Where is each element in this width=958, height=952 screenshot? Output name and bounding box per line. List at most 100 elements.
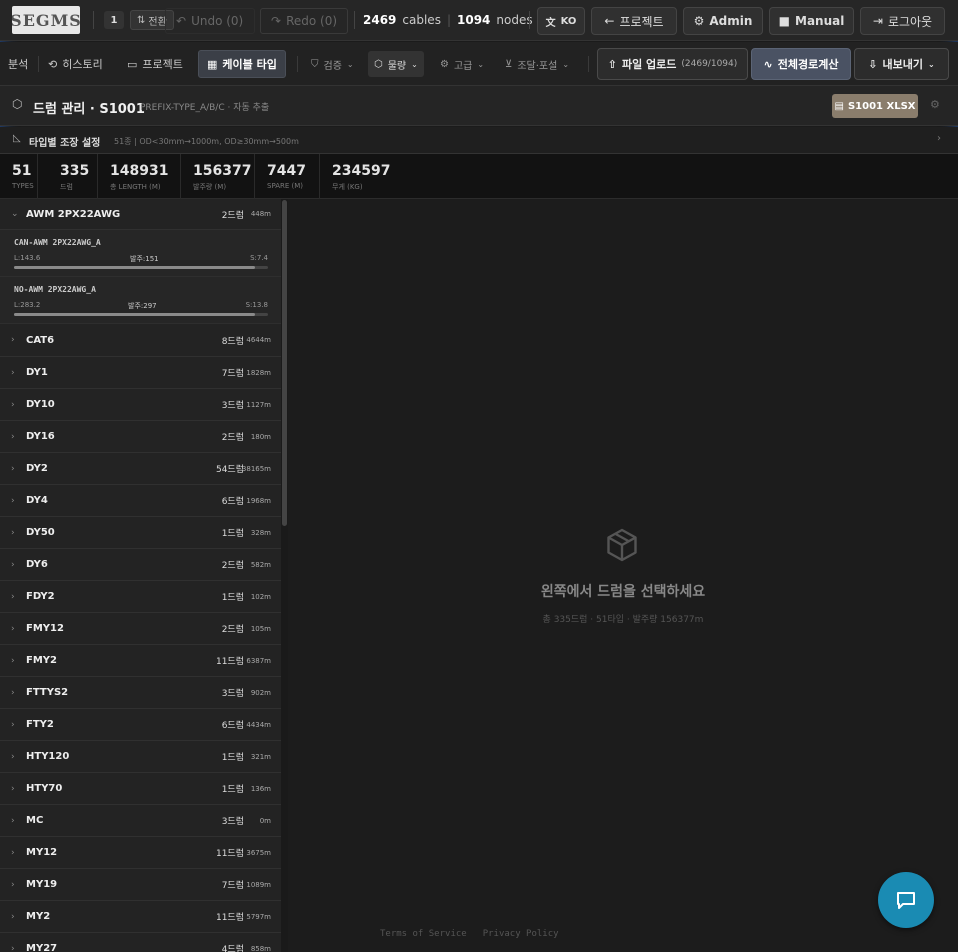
stat-value: 148931 bbox=[110, 163, 169, 179]
chevron-right-icon: › bbox=[11, 527, 15, 538]
group-length: 3675m bbox=[246, 848, 271, 857]
tab-advanced-label: 고급 bbox=[453, 60, 473, 72]
chevron-right-icon: › bbox=[11, 815, 15, 826]
language-button[interactable]: 文 KO bbox=[537, 7, 585, 35]
type-group[interactable]: › HTY70 1드럼 136m bbox=[0, 773, 281, 805]
tab-procure[interactable]: ⊻ 조달·포설 ⌄ bbox=[499, 51, 575, 77]
nav-bar: 분석 ⟲ 히스토리 ▭ 프로젝트 ▦ 케이블 타입 ⛉ 검증 ⌄ ⬡ 물량 ⌄ … bbox=[0, 42, 958, 86]
settings-icon[interactable]: ⚙ bbox=[930, 98, 940, 111]
chevron-right-icon: › bbox=[11, 911, 15, 922]
type-adjust-row[interactable]: ◺ 타입별 조장 설정 51종 | OD<30mm→1000m, OD≥30mm… bbox=[0, 127, 958, 154]
stat-label: 무게 (KG) bbox=[332, 183, 363, 191]
export-button[interactable]: ⇩ 내보내기 ⌄ bbox=[854, 48, 949, 80]
type-group-open[interactable]: ⌄ AWM 2PX22AWG 2드럼 448m bbox=[0, 199, 281, 230]
scroll-thumb[interactable] bbox=[282, 200, 287, 526]
type-group[interactable]: › FDY2 1드럼 102m bbox=[0, 581, 281, 613]
terms-link[interactable]: Terms of Service bbox=[380, 929, 467, 939]
type-group[interactable]: › DY4 6드럼 1968m bbox=[0, 485, 281, 517]
drum-spare: S:7.4 bbox=[250, 254, 268, 262]
group-name: AWM 2PX22AWG bbox=[26, 208, 121, 220]
group-count: 1드럼 bbox=[221, 753, 244, 763]
group-name: HTY120 bbox=[26, 751, 70, 762]
type-group[interactable]: › MC 3드럼 0m bbox=[0, 805, 281, 837]
drum-item[interactable]: CAN-AWM 2PX22AWG_A L:143.6 발주:151 S:7.4 bbox=[0, 230, 281, 277]
group-name: MY2 bbox=[26, 911, 51, 922]
manual-button[interactable]: ■ Manual bbox=[769, 7, 854, 35]
group-length: 136m bbox=[250, 784, 271, 793]
adjust-title: 타입별 조장 설정 bbox=[29, 138, 101, 149]
language-label: KO bbox=[560, 15, 577, 27]
type-group[interactable]: › DY2 54드럼 38165m bbox=[0, 453, 281, 485]
group-count: 7드럼 bbox=[221, 881, 244, 891]
list-scrollbar[interactable] bbox=[281, 199, 288, 952]
divider bbox=[38, 56, 39, 72]
type-group[interactable]: › MY19 7드럼 1089m bbox=[0, 869, 281, 901]
type-group[interactable]: › DY16 2드럼 180m bbox=[0, 421, 281, 453]
chevron-right-icon: › bbox=[937, 133, 941, 144]
upload-button[interactable]: ⇧ 파일 업로드 (2469/1094) bbox=[597, 48, 748, 80]
type-group[interactable]: › CAT6 8드럼 4644m bbox=[0, 324, 281, 357]
redo-button[interactable]: ↷ Redo (0) bbox=[260, 8, 348, 34]
logout-button[interactable]: ⇥ 로그아웃 bbox=[860, 7, 945, 35]
drum-fill-bar bbox=[14, 266, 268, 269]
undo-button[interactable]: ↶ Undo (0) bbox=[165, 8, 255, 34]
drum-type-list: ⌄ AWM 2PX22AWG 2드럼 448m CAN-AWM 2PX22AWG… bbox=[0, 199, 281, 952]
group-length: 1828m bbox=[246, 368, 271, 377]
drum-order: 발주:297 bbox=[128, 302, 157, 310]
chevron-down-icon: ⌄ bbox=[928, 59, 935, 69]
drum-detail-panel: 왼쪽에서 드럼을 선택하세요 총 335드럼 · 51타입 · 발주량 1563… bbox=[288, 199, 958, 952]
app-logo[interactable]: SEGMS bbox=[12, 6, 80, 34]
chevron-right-icon: › bbox=[11, 463, 15, 474]
chevron-right-icon: › bbox=[11, 783, 15, 794]
upload-count: (2469/1094) bbox=[681, 59, 738, 69]
tab-history-label: 히스토리 bbox=[62, 58, 103, 71]
admin-label: Admin bbox=[709, 14, 753, 28]
drum-item[interactable]: NO-AWM 2PX22AWG_A L:283.2 발주:297 S:13.8 bbox=[0, 277, 281, 324]
chat-button[interactable] bbox=[878, 872, 934, 928]
type-group[interactable]: › FTTYS2 3드럼 902m bbox=[0, 677, 281, 709]
group-count: 1드럼 bbox=[221, 785, 244, 795]
type-group[interactable]: › MY2 11드럼 5797m bbox=[0, 901, 281, 933]
type-group[interactable]: › DY10 3드럼 1127m bbox=[0, 389, 281, 421]
type-group[interactable]: › MY27 4드럼 858m bbox=[0, 933, 281, 952]
project-label: 프로젝트 bbox=[619, 14, 664, 29]
cables-label: cables bbox=[402, 13, 441, 27]
tab-quantity[interactable]: ⬡ 물량 ⌄ bbox=[368, 51, 424, 77]
tab-history[interactable]: ⟲ 히스토리 bbox=[42, 51, 109, 77]
group-count: 54드럼 bbox=[215, 465, 244, 475]
tab-quantity-label: 물량 bbox=[387, 60, 407, 72]
tab-verify[interactable]: ⛉ 검증 ⌄ bbox=[305, 51, 360, 77]
nodes-label: nodes bbox=[496, 13, 533, 27]
type-group[interactable]: › DY50 1드럼 328m bbox=[0, 517, 281, 549]
tab-analysis[interactable]: 분석 bbox=[2, 51, 34, 77]
privacy-link[interactable]: Privacy Policy bbox=[483, 929, 559, 939]
type-group[interactable]: › FTY2 6드럼 4434m bbox=[0, 709, 281, 741]
app-frame: SEGMS 1 ⇅ 전환 ↶ Undo (0) ↷ Redo (0) 2469 … bbox=[0, 0, 958, 952]
admin-button[interactable]: ⚙ Admin bbox=[683, 7, 763, 35]
chevron-right-icon: › bbox=[11, 879, 15, 890]
tab-project[interactable]: ▭ 프로젝트 bbox=[121, 51, 189, 77]
xlsx-label: S1001 XLSX bbox=[847, 100, 916, 112]
chevron-right-icon: › bbox=[11, 367, 15, 378]
type-group[interactable]: › FMY12 2드럼 105m bbox=[0, 613, 281, 645]
group-count: 7드럼 bbox=[221, 369, 244, 379]
group-count: 2드럼 bbox=[221, 433, 244, 443]
type-group[interactable]: › MY12 11드럼 3675m bbox=[0, 837, 281, 869]
tab-project-label: 프로젝트 bbox=[142, 58, 183, 71]
project-button[interactable]: ← 프로젝트 bbox=[591, 7, 677, 35]
chevron-right-icon: › bbox=[11, 719, 15, 730]
group-length: 105m bbox=[250, 624, 271, 633]
type-group[interactable]: › DY1 7드럼 1828m bbox=[0, 357, 281, 389]
stat-value: 335 bbox=[60, 163, 90, 179]
group-length: 858m bbox=[250, 944, 271, 952]
tab-cable-type[interactable]: ▦ 케이블 타입 bbox=[198, 50, 286, 78]
xlsx-download-button[interactable]: ▤ S1001 XLSX bbox=[832, 94, 918, 118]
type-group[interactable]: › FMY2 11드럼 6387m bbox=[0, 645, 281, 677]
chevron-right-icon: › bbox=[11, 751, 15, 762]
top-bar: SEGMS 1 ⇅ 전환 ↶ Undo (0) ↷ Redo (0) 2469 … bbox=[0, 0, 958, 41]
tab-advanced[interactable]: ⚙ 고급 ⌄ bbox=[434, 51, 490, 77]
graph-counts: 2469 cables | 1094 nodes bbox=[363, 13, 533, 27]
type-group[interactable]: › HTY120 1드럼 321m bbox=[0, 741, 281, 773]
route-calc-button[interactable]: ∿ 전체경로계산 bbox=[751, 48, 851, 80]
type-group[interactable]: › DY6 2드럼 582m bbox=[0, 549, 281, 581]
